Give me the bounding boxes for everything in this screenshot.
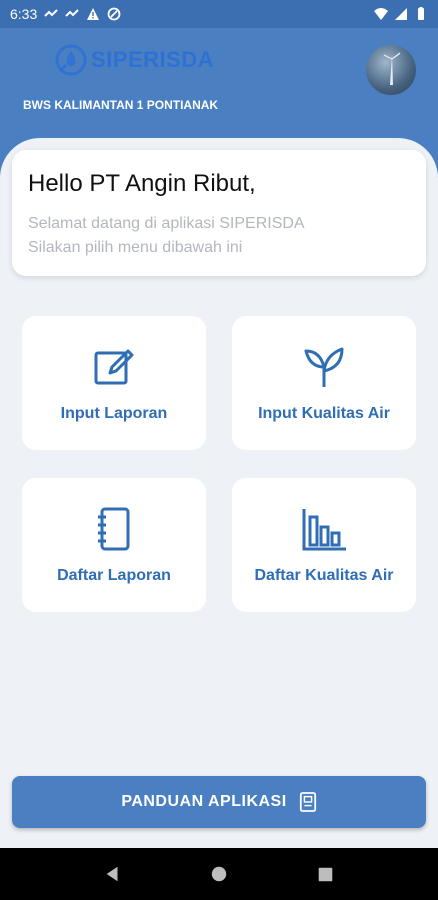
app-name: SIPERISDA: [91, 47, 215, 72]
menu-label: Daftar Laporan: [57, 567, 171, 584]
recents-square-icon: [318, 867, 332, 881]
recents-button[interactable]: [313, 862, 337, 886]
input-kualitas-air-button[interactable]: Input Kualitas Air: [232, 316, 416, 450]
guide-button-label: PANDUAN APLIKASI: [121, 793, 287, 810]
avatar[interactable]: [366, 45, 416, 95]
status-bar: 6:33: [0, 0, 438, 28]
home-circle-icon: [211, 866, 227, 882]
org-name: BWS KALIMANTAN 1 PONTIANAK: [23, 98, 219, 112]
greeting-card: Hello PT Angin Ribut, Selamat datang di …: [12, 150, 426, 276]
app-logo: SIPERISDA: [54, 43, 214, 77]
profile-photo-icon: [383, 52, 401, 85]
notebook-icon: [98, 507, 130, 551]
notification-icon: [65, 7, 79, 21]
wifi-icon: [374, 7, 388, 21]
signal-icon: [394, 7, 408, 21]
edit-icon: [94, 349, 134, 385]
data-saver-icon: [107, 7, 121, 21]
greeting-line-2: Silakan pilih menu dibawah ini: [28, 239, 243, 256]
back-button[interactable]: [101, 862, 125, 886]
document-icon: [299, 792, 316, 812]
menu-label: Input Kualitas Air: [258, 405, 390, 422]
daftar-laporan-button[interactable]: Daftar Laporan: [22, 478, 206, 612]
sprout-icon: [304, 347, 344, 387]
bar-chart-icon: [302, 509, 346, 551]
battery-icon: [414, 7, 428, 21]
status-time: 6:33: [10, 6, 38, 22]
greeting-line-1: Selamat datang di aplikasi SIPERISDA: [28, 215, 305, 232]
warning-icon: [86, 7, 100, 21]
menu-label: Input Laporan: [60, 405, 168, 422]
notification-icon: [44, 7, 58, 21]
home-button[interactable]: [207, 862, 231, 886]
menu-label: Daftar Kualitas Air: [254, 567, 394, 584]
greeting-title: Hello PT Angin Ribut,: [28, 170, 256, 197]
daftar-kualitas-air-button[interactable]: Daftar Kualitas Air: [232, 478, 416, 612]
panduan-aplikasi-button[interactable]: PANDUAN APLIKASI: [12, 776, 426, 828]
back-triangle-icon: [106, 866, 118, 882]
system-nav-bar: [0, 848, 438, 900]
water-drop-logo-icon: [55, 44, 87, 76]
input-laporan-button[interactable]: Input Laporan: [22, 316, 206, 450]
